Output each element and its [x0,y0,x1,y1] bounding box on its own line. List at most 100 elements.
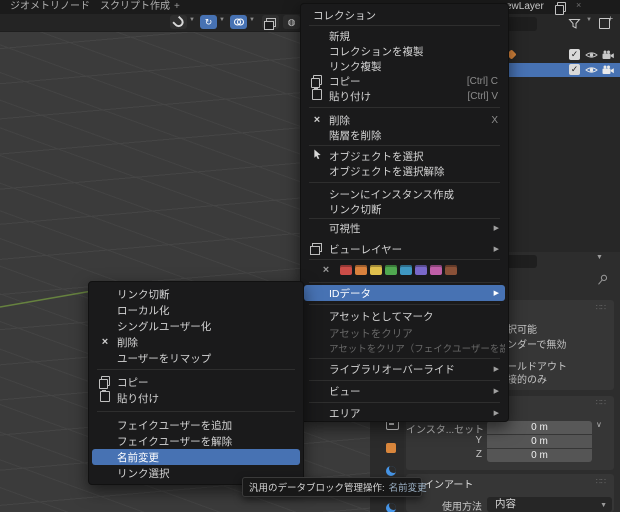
menu-separator [97,369,295,370]
menu-item-new[interactable]: 新規 [304,28,505,44]
xray-icon[interactable] [262,15,279,30]
menu-item-unlink[interactable]: リンク切断 [304,201,505,217]
x-icon: × [313,114,321,126]
object-tab-icon[interactable] [386,443,396,456]
instance-offset-x-label: インスタ...セット X [406,425,494,436]
drag-handle[interactable]: ∷∷ [596,303,606,312]
filter-icon[interactable] [568,18,581,33]
chevron-down-icon[interactable]: ▼ [189,17,195,23]
data-tab-icon[interactable] [386,503,396,512]
menu-item-area[interactable]: エリア ▶ [304,405,505,421]
new-view-layer-icon[interactable] [555,2,566,15]
menu-separator [309,145,500,146]
collection-color-03[interactable] [370,265,382,275]
workspace-tab-geometry-nodes[interactable]: ジオメトリノード [4,0,96,14]
gizmo-icon[interactable]: ↻ [200,15,217,29]
instance-offset-y-field[interactable]: 0 m [487,435,592,448]
chevron-down-icon: ▼ [600,502,607,509]
submenu-item-copy[interactable]: コピー [92,374,300,390]
usage-value: 内容 [495,498,516,510]
menu-item-view-layer[interactable]: ビューレイヤー ▶ [304,241,505,257]
menu-item-delete-hierarchy[interactable]: 階層を削除 [304,127,505,143]
menu-item-select-objects[interactable]: オブジェクトを選択 [304,148,505,164]
exclude-checkbox[interactable]: ✓ [569,64,580,75]
instance-offset-z-field[interactable]: 0 m [487,449,592,462]
eye-icon[interactable] [585,65,598,78]
submenu-arrow-icon: ▶ [493,366,499,373]
submenu-item-add-fake-user[interactable]: フェイクユーザーを追加 [92,417,300,433]
collection-color-06[interactable] [415,265,427,275]
chevron-down-icon[interactable]: ▼ [249,17,255,23]
usage-label: 使用方法 [442,502,482,512]
collection-color-08[interactable] [445,265,457,275]
chevron-down-icon[interactable]: ▼ [586,17,592,23]
submenu-item-clear-fake-user[interactable]: フェイクユーザーを解除 [92,433,300,449]
menu-separator [309,182,500,183]
submenu-arrow-icon: ▶ [493,410,499,417]
remove-view-layer-icon[interactable]: × [576,0,581,10]
menu-item-paste[interactable]: 貼り付け [Ctrl] V [304,88,505,104]
menu-separator [309,218,500,219]
drag-handle[interactable]: ∷∷ [596,477,606,486]
collection-color-05[interactable] [400,265,412,275]
tooltip: 汎用のデータブロック管理操作: 名前変更 [242,477,427,497]
camera-icon[interactable] [601,65,615,78]
menu-item-delete[interactable]: × 削除 X [304,112,505,128]
pin-icon[interactable] [596,273,610,290]
submenu-item-delete[interactable]: × 削除 [92,334,300,350]
restriction-label: ンダーで無効 [507,340,567,351]
workspace-tab-scripting[interactable]: スクリプト作成 [94,0,176,14]
collection-color-04[interactable] [385,265,397,275]
menu-separator [309,358,500,359]
drag-handle[interactable]: ∷∷ [596,398,606,407]
restriction-label: 接的のみ [507,375,547,386]
menu-item-deselect-objects[interactable]: オブジェクトを選択解除 [304,163,505,179]
submenu-item-make-local[interactable]: ローカル化 [92,302,300,318]
overlays-icon[interactable] [230,15,247,29]
shading-icon[interactable]: ◍ [283,15,300,29]
menu-item-duplicate-collection[interactable]: コレクションを複製 [304,43,505,59]
menu-item-linked-duplicate[interactable]: リンク複製 [304,58,505,74]
menu-separator [97,411,295,412]
add-workspace-button[interactable]: + [168,0,186,14]
menu-separator [309,259,500,260]
exclude-checkbox[interactable]: ✓ [569,49,580,60]
paste-icon [309,88,325,103]
menu-item-library-override[interactable]: ライブラリオーバーライド ▶ [304,361,505,377]
menu-item-id-data[interactable]: IDデータ ▶ [304,285,505,301]
chevron-down-icon[interactable]: ▼ [596,254,603,261]
blender-window: ジオメトリノード スクリプト作成 + ewLayer × ▼ ↻ ▼ ▼ ◍ ▼… [0,0,620,512]
menu-item-mark-as-asset[interactable]: アセットとしてマーク [304,308,505,324]
menu-item-instance-to-scene[interactable]: シーンにインスタンス作成 [304,186,505,202]
menu-item-visibility[interactable]: 可視性 ▶ [304,220,505,236]
submenu-arrow-icon: ▶ [493,246,499,253]
submenu-item-remap-users[interactable]: ユーザーをリマップ [92,350,300,366]
menu-separator [309,304,500,305]
chevron-down-icon[interactable]: ▼ [219,17,225,23]
menu-separator [309,107,500,108]
menu-item-view[interactable]: ビュー ▶ [304,383,505,399]
submenu-item-make-single-user[interactable]: シングルユーザー化 [92,318,300,334]
eye-icon[interactable] [585,50,598,63]
submenu-arrow-icon: ▶ [493,388,499,395]
usage-dropdown[interactable]: 内容 ▼ [487,497,612,512]
menu-item-clear-asset: アセットをクリア [329,327,413,340]
instance-offset-x-field[interactable]: 0 m [487,421,592,434]
id-data-submenu: リンク切断 ローカル化 シングルユーザー化 × 削除 ユーザーをリマップ コピー… [88,281,304,485]
renderlayers-icon [309,243,325,255]
collection-color-07[interactable] [430,265,442,275]
camera-icon[interactable] [601,50,615,63]
collection-color-02[interactable] [355,265,367,275]
snap-icon[interactable] [170,15,187,29]
submenu-item-paste[interactable]: 貼り付け [92,390,300,406]
chevron-down-icon[interactable]: ∨ [596,420,602,429]
instance-offset-y-label: Y [475,435,482,446]
menu-item-copy[interactable]: コピー [Ctrl] C [304,73,505,89]
collection-color-01[interactable] [340,265,352,275]
tooltip-text: 汎用のデータブロック管理操作: [249,483,385,494]
clear-color-icon[interactable]: × [318,264,334,276]
submenu-item-unlink[interactable]: リンク切断 [92,286,300,302]
new-collection-icon[interactable]: + [599,14,613,32]
x-icon: × [101,336,109,348]
submenu-item-rename[interactable]: 名前変更 [92,449,300,465]
